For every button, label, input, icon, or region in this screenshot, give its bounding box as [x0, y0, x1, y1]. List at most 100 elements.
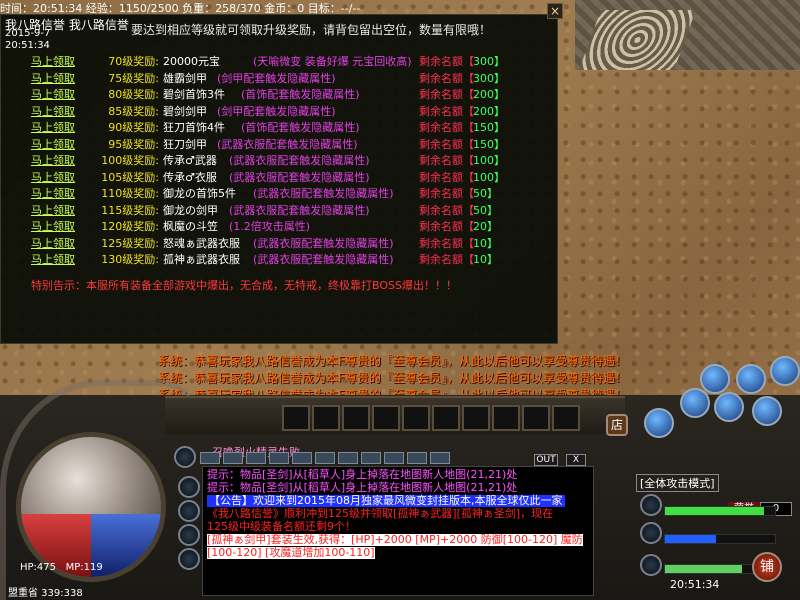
- belt-slot-1[interactable]: [282, 405, 310, 431]
- quota-value: 300】: [473, 55, 505, 68]
- chat-log[interactable]: 提示：物品[圣剑]从[稻草人]身上掉落在地图新人地图(21,21)处 提示：物品[…: [202, 466, 594, 596]
- claim-button[interactable]: 马上领取: [31, 136, 75, 152]
- chat-close-button[interactable]: X: [566, 454, 586, 466]
- reward-item: 枫魔の斗笠: [163, 220, 218, 233]
- reward-desc: (武器衣服配套触发隐藏属性): [253, 236, 394, 250]
- reward-item: 传承♂武器: [163, 154, 217, 167]
- belt-slot-7[interactable]: [462, 405, 490, 431]
- menu-icon-2[interactable]: [736, 364, 766, 394]
- weight-icon: [640, 554, 662, 576]
- belt-slot-5[interactable]: [402, 405, 430, 431]
- menu-icon-5[interactable]: [680, 388, 710, 418]
- exp-icon: [640, 522, 662, 544]
- chat-out-button[interactable]: OUT: [534, 454, 558, 466]
- shop-button[interactable]: 铺: [752, 552, 782, 582]
- system-message: 系统：恭喜玩家我八路信誉成为本F尊贵的『至尊会员』，从此以后他可以享受尊贵待遇！: [158, 354, 627, 368]
- reward-item: 传承♂衣服: [163, 170, 217, 184]
- reward-item: 碧剑剑甲: [163, 104, 207, 118]
- claim-button[interactable]: 马上领取: [31, 119, 75, 135]
- chat-tab-7[interactable]: [338, 452, 358, 464]
- mp-value: MP:119: [65, 562, 103, 573]
- close-panel-button[interactable]: ×: [547, 3, 563, 19]
- chat-tab-11[interactable]: [430, 452, 450, 464]
- quota-value: 300】: [473, 71, 505, 85]
- claim-button[interactable]: 马上领取: [31, 70, 75, 86]
- quota-label: 剩余名额【: [419, 104, 474, 118]
- chat-tab-10[interactable]: [407, 452, 427, 464]
- reward-desc: (武器衣服配套触发隐藏属性): [229, 203, 370, 217]
- special-notice: 特别告示：本服所有装备全部游戏中爆出，无合成，无特戒，终极靠打BOSS爆出！！！: [31, 279, 457, 292]
- reward-desc: (武器衣服配套触发隐藏属性): [229, 170, 370, 184]
- menu-icon-1[interactable]: [700, 364, 730, 394]
- quota-value: 50】: [473, 187, 498, 200]
- claim-button[interactable]: 马上领取: [31, 53, 75, 69]
- side-icon-3[interactable]: [178, 524, 200, 546]
- quota-value: 200】: [473, 88, 505, 101]
- reward-row: 马上领取 80级奖励: 碧剑首饰3件 (首饰配套触发隐藏属性) 剩余名额【 200】: [1, 85, 559, 101]
- chat-line: 《我八路信誉》顺利冲到125级并领取[孤神ぁ武器][孤神ぁ圣剑]，现在: [207, 507, 554, 520]
- claim-button[interactable]: 马上领取: [31, 202, 75, 218]
- side-icon-4[interactable]: [178, 548, 200, 570]
- reward-desc: (剑甲配套触发隐藏属性): [217, 71, 336, 85]
- belt-slot-4[interactable]: [372, 405, 400, 431]
- quota-label: 剩余名额【: [419, 170, 474, 184]
- chat-tab-3[interactable]: [246, 452, 266, 464]
- belt-slot-3[interactable]: [342, 405, 370, 431]
- reward-row: 马上领取 95级奖励: 狂刀剑甲 (武器衣服配套触发隐藏属性) 剩余名额【 150】: [1, 135, 559, 151]
- reward-level: 115级奖励:: [101, 203, 159, 217]
- reward-item: 御龙の首饰5件: [163, 187, 236, 200]
- attack-mode[interactable]: [全体攻击模式]: [636, 474, 719, 492]
- quota-value: 100】: [473, 170, 505, 184]
- chat-tab-2[interactable]: [223, 452, 243, 464]
- side-icon-2[interactable]: [178, 500, 200, 522]
- quota-label: 剩余名额【: [419, 220, 474, 233]
- chat-tab-8[interactable]: [361, 452, 381, 464]
- chat-tab-1[interactable]: [200, 452, 220, 464]
- menu-icon-3[interactable]: [770, 356, 800, 386]
- belt-slot-6[interactable]: [432, 405, 460, 431]
- claim-button[interactable]: 马上领取: [31, 218, 75, 234]
- menu-icon-6[interactable]: [714, 392, 744, 422]
- claim-button[interactable]: 马上领取: [31, 169, 75, 185]
- menu-icon-4[interactable]: [644, 408, 674, 438]
- claim-button[interactable]: 马上领取: [31, 103, 75, 119]
- reward-level: 95级奖励:: [108, 137, 159, 151]
- menu-icon-7[interactable]: [752, 396, 782, 426]
- chat-tab-9[interactable]: [384, 452, 404, 464]
- reward-row: 马上领取 90级奖励: 狂刀首饰4件 (首饰配套触发隐藏属性) 剩余名额【 150】: [1, 118, 559, 134]
- chat-line: 125级中级装备名额还剩9个！: [207, 520, 356, 533]
- reward-desc: (武器衣服配套触发隐藏属性): [217, 137, 358, 151]
- belt-slot-9[interactable]: [522, 405, 550, 431]
- reward-level: 75级奖励:: [108, 71, 159, 85]
- location-label: 盟重省 339:338: [8, 588, 83, 599]
- claim-button[interactable]: 马上领取: [31, 152, 75, 168]
- chat-tab-6[interactable]: [315, 452, 335, 464]
- chat-line: [100-120] [攻魔道增加100-110]: [207, 546, 375, 559]
- chat-toggle-icon[interactable]: [174, 446, 196, 468]
- store-button[interactable]: 店: [606, 414, 628, 436]
- reward-level: 130级奖励:: [101, 253, 159, 266]
- belt-slot-2[interactable]: [312, 405, 340, 431]
- reward-desc: (武器衣服配套触发隐藏属性): [253, 253, 394, 266]
- reward-item: 雄霸剑甲: [163, 71, 207, 85]
- reward-desc: (武器衣服配套触发隐藏属性): [229, 154, 370, 167]
- reward-item: 狂刀首饰4件: [163, 121, 225, 134]
- claim-button[interactable]: 马上领取: [31, 86, 75, 102]
- reward-row: 马上领取 130级奖励: 孤神ぁ武器衣服 (武器衣服配套触发隐藏属性) 剩余名额【 10】: [1, 250, 559, 266]
- quota-value: 150】: [473, 121, 505, 134]
- reward-level: 70级奖励:: [108, 55, 159, 68]
- claim-button[interactable]: 马上领取: [31, 235, 75, 251]
- chat-tab-5[interactable]: [292, 452, 312, 464]
- quota-label: 剩余名额【: [419, 137, 474, 151]
- quota-value: 10】: [473, 253, 498, 266]
- chat-tab-4[interactable]: [269, 452, 289, 464]
- claim-button[interactable]: 马上领取: [31, 185, 75, 201]
- level-reward-panel: 我八路信誉 我八路信誉 要达到相应等级就可领取升级奖励，请背包留出空位，数量有限…: [0, 3, 563, 344]
- claim-button[interactable]: 马上领取: [31, 251, 75, 267]
- side-icon-1[interactable]: [178, 476, 200, 498]
- belt-slot-8[interactable]: [492, 405, 520, 431]
- belt-slot-10[interactable]: [552, 405, 580, 431]
- hp-mp-text: HP:475 MP:119: [20, 562, 103, 573]
- reward-item: 孤神ぁ武器衣服: [163, 253, 240, 266]
- reward-item: 怒魂ぁ武器衣服: [163, 236, 240, 250]
